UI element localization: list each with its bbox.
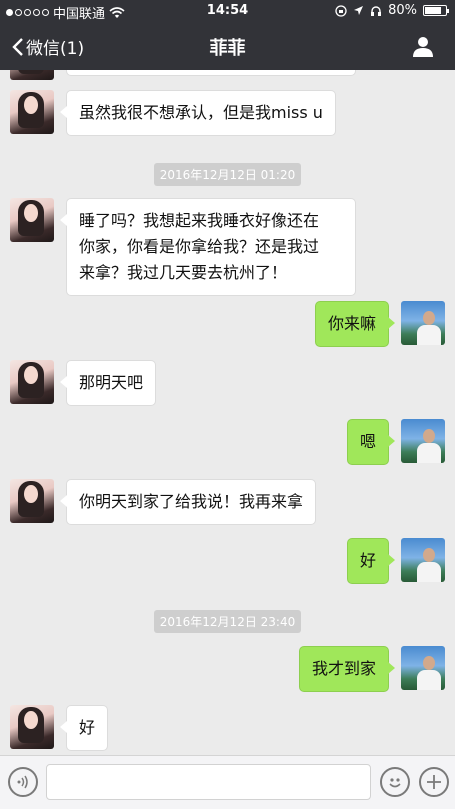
contact-avatar[interactable] xyxy=(10,479,54,523)
plus-icon xyxy=(427,775,441,789)
contact-avatar[interactable] xyxy=(10,198,54,242)
message-bubble[interactable] xyxy=(66,70,356,76)
emoji-button[interactable] xyxy=(380,767,410,797)
headphones-icon xyxy=(371,5,382,16)
message-bubble[interactable]: 嗯 xyxy=(346,419,396,465)
contact-avatar[interactable] xyxy=(10,705,54,749)
voice-icon xyxy=(17,775,28,789)
plus-button[interactable] xyxy=(419,767,449,797)
battery-percent: 80% xyxy=(388,3,417,18)
my-avatar[interactable] xyxy=(401,301,445,345)
nav-bar: 微信(1) 菲菲 xyxy=(0,22,455,70)
message-bubble[interactable]: 你来嘛 xyxy=(314,301,396,347)
message-bubble[interactable]: 好 xyxy=(346,538,396,584)
message-bubble[interactable]: 好 xyxy=(59,705,109,751)
message-bubble[interactable]: 虽然我很不想承认，但是我miss u xyxy=(60,90,336,136)
input-bar xyxy=(0,755,455,809)
location-icon xyxy=(354,6,364,15)
chat-area[interactable]: 虽然我很不想承认，但是我miss u 2016年12月12日 01:20 睡了吗… xyxy=(0,70,455,755)
contact-avatar[interactable] xyxy=(10,70,54,80)
status-bar: 中国联通 14:54 80% xyxy=(0,0,455,22)
message-input[interactable] xyxy=(46,764,371,800)
timestamp: 2016年12月12日 01:20 xyxy=(0,163,455,186)
timestamp: 2016年12月12日 23:40 xyxy=(0,610,455,633)
contact-avatar[interactable] xyxy=(10,360,54,404)
message-bubble[interactable]: 你明天到家了给我说！我再来拿 xyxy=(59,479,317,525)
emoji-icon xyxy=(389,778,401,788)
rotation-lock-icon xyxy=(335,4,347,17)
message-bubble[interactable]: 睡了吗？我想起来我睡衣好像还在 你家，你看是你拿给我？还是我过 来拿？我过几天要… xyxy=(60,198,356,296)
my-avatar[interactable] xyxy=(401,419,445,463)
voice-button[interactable] xyxy=(8,767,38,797)
my-avatar[interactable] xyxy=(401,538,445,582)
message-bubble[interactable]: 我才到家 xyxy=(298,646,396,692)
my-avatar[interactable] xyxy=(401,646,445,690)
chat-title: 菲菲 xyxy=(209,38,246,59)
battery-icon xyxy=(423,5,449,16)
contact-avatar[interactable] xyxy=(10,90,54,134)
message-bubble[interactable]: 那明天吧 xyxy=(59,360,157,406)
top-bar: 中国联通 14:54 80% 微信(1) 菲菲 xyxy=(0,0,455,70)
profile-icon[interactable] xyxy=(411,34,435,58)
